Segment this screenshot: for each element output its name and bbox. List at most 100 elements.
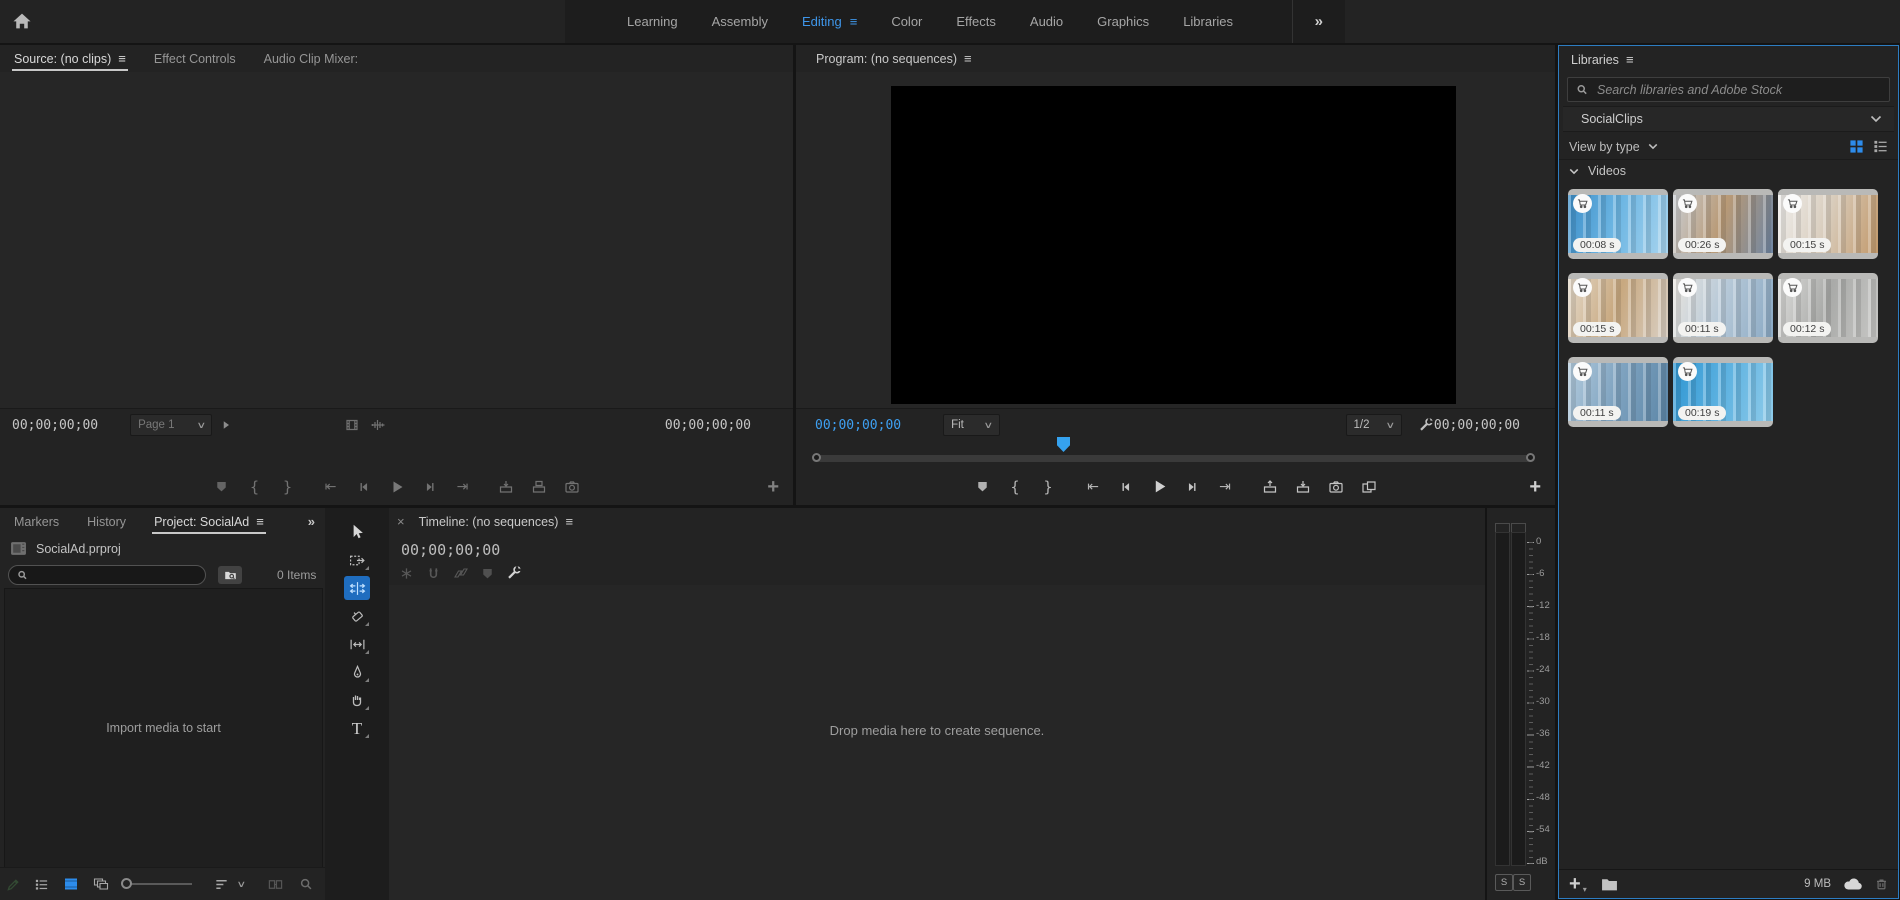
panel-menu-icon[interactable]: ≡ (118, 52, 126, 65)
tab-project[interactable]: Project: SocialAd ≡ (140, 508, 278, 535)
video-thumbnail[interactable]: 00:11 s (1568, 357, 1668, 427)
zoom-slider-knob[interactable] (121, 878, 132, 889)
add-to-cart-button[interactable] (1573, 362, 1592, 381)
track-select-forward-tool[interactable] (344, 548, 370, 572)
panel-menu-icon[interactable]: ≡ (1626, 53, 1634, 66)
mark-out-button[interactable]: } (274, 475, 301, 499)
video-thumbnail[interactable]: 00:15 s (1568, 273, 1668, 343)
add-to-cart-button[interactable] (1783, 194, 1802, 213)
tab-libraries[interactable]: Libraries ≡ (1559, 46, 1648, 73)
nest-toggle-icon[interactable] (399, 566, 414, 581)
source-timecode-current[interactable]: 00;00;00;00 (12, 418, 98, 433)
library-select[interactable]: SocialClips (1563, 106, 1894, 132)
program-resolution-select[interactable]: 1/2∨ (1346, 414, 1402, 436)
project-search-input[interactable] (34, 567, 197, 583)
go-to-out-button[interactable]: ⇥ (1212, 475, 1239, 499)
button-editor-plus[interactable]: + (767, 477, 779, 497)
add-marker-button[interactable] (969, 475, 996, 499)
new-folder-icon[interactable] (1601, 877, 1618, 892)
mark-in-button[interactable]: { (1002, 475, 1029, 499)
sort-button[interactable] (206, 872, 236, 896)
list-view-button[interactable] (26, 872, 56, 896)
linked-selection-icon[interactable] (453, 565, 469, 581)
add-to-cart-button[interactable] (1678, 194, 1697, 213)
selection-tool[interactable] (344, 520, 370, 544)
scrubber-left-knob[interactable] (812, 453, 821, 462)
ripple-edit-tool[interactable] (344, 576, 370, 600)
automate-to-sequence-button[interactable] (261, 872, 291, 896)
scrubber-right-knob[interactable] (1526, 453, 1535, 462)
timeline-marker-icon[interactable] (481, 567, 494, 580)
comparison-view-button[interactable] (1356, 475, 1383, 499)
program-fit-select[interactable]: Fit∨ (943, 414, 999, 436)
workspace-tab-graphics[interactable]: Graphics (1080, 0, 1166, 43)
workspace-overflow-button[interactable]: » (1292, 0, 1345, 43)
workspace-tab-editing[interactable]: Editing ≡ (785, 0, 874, 43)
close-panel-button[interactable]: × (397, 514, 405, 529)
workspace-tab-color[interactable]: Color (874, 0, 939, 43)
drag-audio-icon[interactable] (370, 417, 386, 433)
step-forward-button[interactable] (1179, 475, 1206, 499)
drag-video-icon[interactable] (344, 417, 360, 433)
solo-right-button[interactable]: S (1513, 874, 1531, 891)
program-timecode-current[interactable]: 00;00;00;00 (815, 418, 901, 433)
sort-chevron-icon[interactable]: ∨ (236, 879, 246, 890)
workspace-tab-effects[interactable]: Effects (939, 0, 1013, 43)
add-content-button[interactable]: + ▾ (1569, 874, 1587, 894)
add-marker-button[interactable] (208, 475, 235, 499)
slip-tool[interactable] (344, 632, 370, 656)
timeline-timecode[interactable]: 00;00;00;00 (401, 541, 500, 559)
go-to-in-button[interactable]: ⇤ (1080, 475, 1107, 499)
go-to-out-button[interactable]: ⇥ (449, 475, 476, 499)
video-thumbnail[interactable]: 00:15 s (1778, 189, 1878, 259)
timeline-drop-area[interactable]: Drop media here to create sequence. (389, 585, 1485, 900)
home-button[interactable] (11, 10, 33, 32)
panel-menu-icon[interactable]: ≡ (964, 52, 972, 65)
trash-icon[interactable] (1875, 877, 1888, 891)
button-editor-plus[interactable]: + (1529, 477, 1541, 497)
go-to-in-button[interactable]: ⇤ (317, 475, 344, 499)
list-view-icon[interactable] (1873, 139, 1888, 154)
find-button[interactable] (291, 872, 321, 896)
libraries-search-box[interactable] (1567, 77, 1890, 102)
tab-history[interactable]: History (73, 508, 140, 535)
add-to-cart-button[interactable] (1678, 362, 1697, 381)
project-file-row[interactable]: SocialAd.prproj (10, 541, 121, 556)
step-back-button[interactable] (1113, 475, 1140, 499)
insert-button[interactable] (492, 475, 519, 499)
cloud-sync-icon[interactable] (1843, 877, 1863, 891)
pen-tool[interactable] (344, 660, 370, 684)
workspace-tab-learning[interactable]: Learning (610, 0, 695, 43)
timeline-settings-wrench-icon[interactable] (506, 565, 522, 581)
tab-timeline[interactable]: Timeline: (no sequences) ≡ (405, 508, 587, 535)
video-thumbnail[interactable]: 00:19 s (1673, 357, 1773, 427)
freeform-view-button[interactable] (86, 872, 116, 896)
overwrite-button[interactable] (525, 475, 552, 499)
grid-view-icon[interactable] (1849, 139, 1864, 154)
icon-view-button[interactable] (56, 872, 86, 896)
program-scrubber[interactable] (812, 455, 1535, 462)
project-search-box[interactable] (8, 565, 206, 585)
workspace-menu-icon[interactable]: ≡ (850, 15, 858, 28)
chevron-down-icon[interactable] (1648, 143, 1658, 150)
program-playhead[interactable] (1057, 437, 1070, 452)
tab-audio-clip-mixer[interactable]: Audio Clip Mixer: (250, 45, 372, 72)
play-button[interactable] (1146, 475, 1173, 499)
tab-program[interactable]: Program: (no sequences) ≡ (802, 45, 986, 72)
panel-menu-icon[interactable]: ≡ (256, 515, 264, 528)
add-to-cart-button[interactable] (1573, 278, 1592, 297)
mark-in-button[interactable]: { (241, 475, 268, 499)
workspace-tab-audio[interactable]: Audio (1013, 0, 1080, 43)
step-forward-button[interactable] (416, 475, 443, 499)
project-empty-area[interactable]: Import media to start (4, 588, 323, 868)
export-frame-button[interactable] (558, 475, 585, 499)
add-to-cart-button[interactable] (1783, 278, 1802, 297)
panel-overflow-button[interactable]: » (308, 514, 315, 529)
extract-button[interactable] (1290, 475, 1317, 499)
hand-tool[interactable] (344, 688, 370, 712)
panel-menu-icon[interactable]: ≡ (565, 515, 573, 528)
tab-markers[interactable]: Markers (0, 508, 73, 535)
project-writable-toggle[interactable] (0, 872, 26, 896)
view-by-label[interactable]: View by type (1569, 140, 1640, 154)
source-page-play-icon[interactable] (220, 419, 232, 431)
